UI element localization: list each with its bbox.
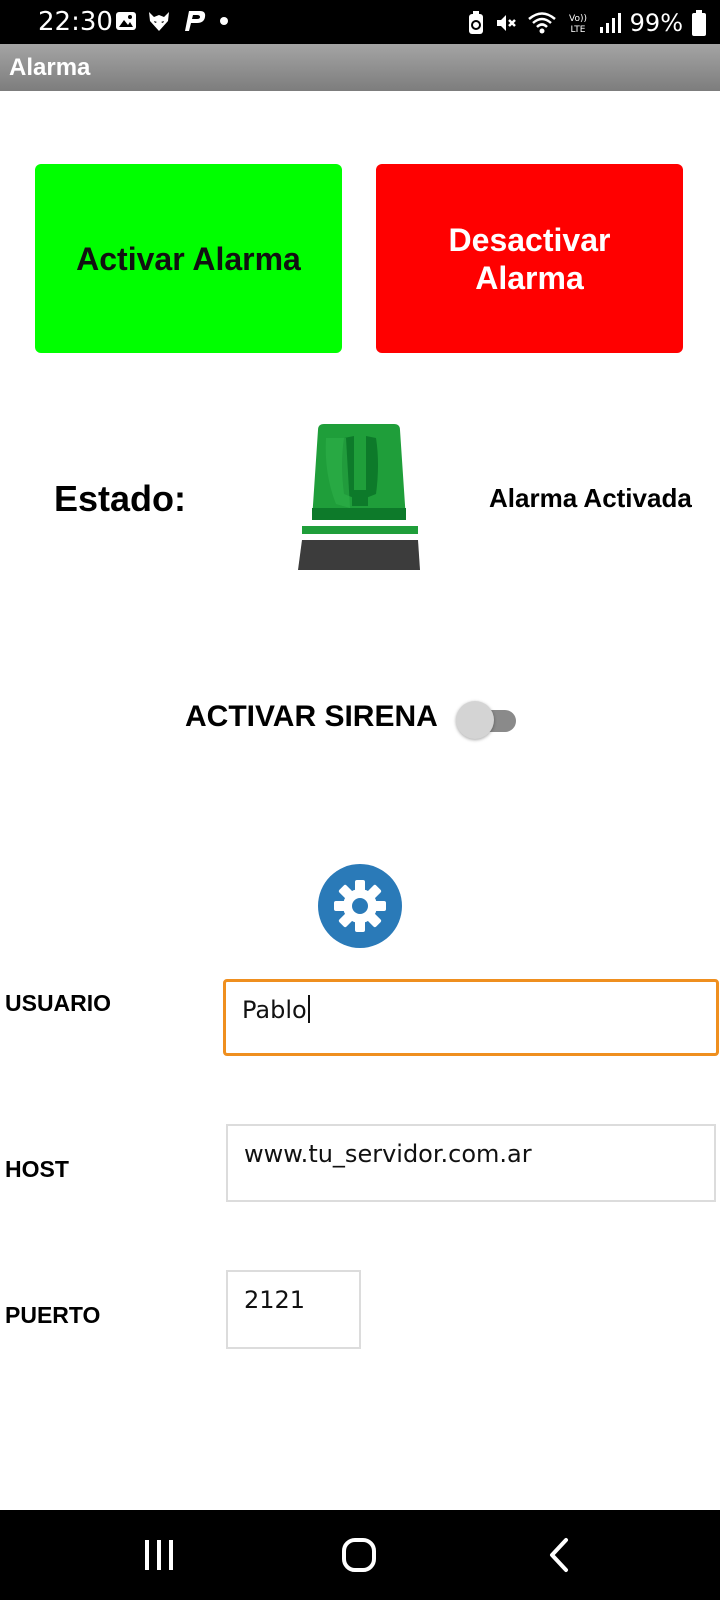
text-caret <box>307 995 310 1023</box>
deactivate-alarm-label: Desactivar Alarma <box>448 221 611 296</box>
wolf-icon <box>149 12 169 31</box>
recent-apps-icon[interactable] <box>137 1534 181 1578</box>
app-bar: Alarma <box>0 44 720 91</box>
user-input[interactable]: Pablo <box>223 979 719 1056</box>
status-bar: 22:30 Vo)) LTE 99% <box>0 0 720 44</box>
dot-icon <box>220 17 228 25</box>
port-label: PUERTO <box>5 1302 101 1328</box>
home-icon[interactable] <box>338 1534 382 1578</box>
activate-alarm-label: Activar Alarma <box>76 240 301 277</box>
p-icon <box>185 11 206 31</box>
gear-icon[interactable] <box>318 864 402 948</box>
image-icon <box>116 12 136 30</box>
port-input[interactable]: 2121 <box>226 1270 361 1349</box>
siren-icon <box>298 424 420 570</box>
status-time: 22:30 <box>38 7 113 37</box>
battery-icon <box>692 10 706 36</box>
volte-icon: Vo)) LTE <box>569 14 587 35</box>
host-label: HOST <box>5 1156 69 1182</box>
port-input-value: 2121 <box>244 1286 306 1314</box>
host-input[interactable]: www.tu_servidor.com.ar <box>226 1124 716 1202</box>
navigation-bar <box>0 1510 720 1600</box>
back-icon[interactable] <box>540 1534 584 1578</box>
mute-icon <box>496 15 516 31</box>
host-input-value: www.tu_servidor.com.ar <box>244 1140 532 1168</box>
status-value: Alarma Activada <box>489 483 692 513</box>
svg-text:LTE: LTE <box>570 25 585 35</box>
siren-toggle[interactable] <box>456 700 518 740</box>
toggle-thumb <box>456 701 494 739</box>
siren-label: ACTIVAR SIRENA <box>185 700 438 733</box>
user-label: USUARIO <box>5 990 112 1016</box>
app-title: Alarma <box>9 54 91 81</box>
activate-alarm-button[interactable]: Activar Alarma <box>35 164 342 353</box>
battery-saver-icon <box>468 11 483 34</box>
signal-icon <box>599 13 621 33</box>
user-input-value: Pablo <box>242 996 307 1024</box>
deactivate-alarm-button[interactable]: Desactivar Alarma <box>376 164 683 353</box>
wifi-icon <box>527 12 556 34</box>
status-label: Estado: <box>54 478 187 519</box>
battery-percent: 99% <box>629 9 683 37</box>
svg-text:Vo)): Vo)) <box>569 14 587 24</box>
